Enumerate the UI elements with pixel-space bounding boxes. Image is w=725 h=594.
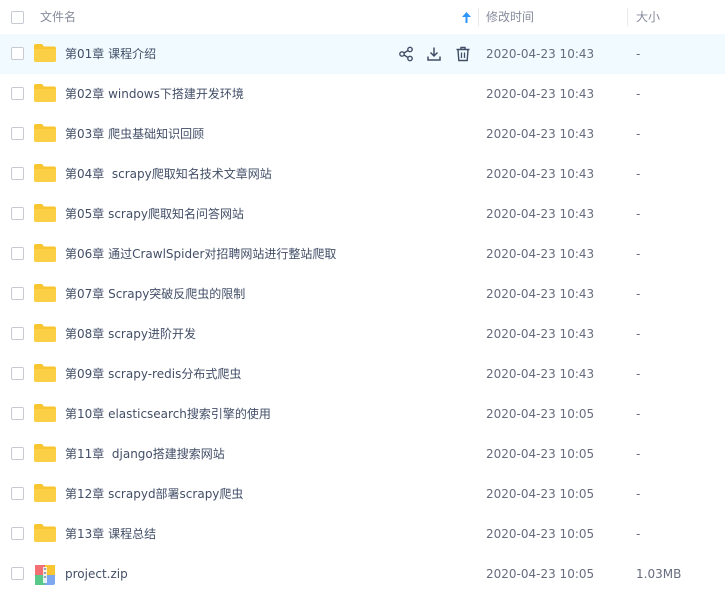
file-size: -: [636, 167, 641, 181]
file-name-link[interactable]: 第11章 django搭建搜索网站: [65, 434, 225, 474]
file-name-link[interactable]: 第13章 课程总结: [65, 514, 156, 554]
row-checkbox[interactable]: [11, 127, 24, 140]
modified-time: 2020-04-23 10:43: [486, 127, 595, 141]
row-checkbox[interactable]: [11, 167, 24, 180]
table-row[interactable]: 第09章 scrapy-redis分布式爬虫 2020-04-23 10:43 -: [0, 354, 725, 394]
download-icon[interactable]: [426, 46, 442, 62]
column-header-modified[interactable]: 修改时间: [486, 0, 534, 34]
file-size: -: [636, 527, 641, 541]
folder-icon[interactable]: [34, 124, 56, 142]
select-all-checkbox[interactable]: [11, 11, 24, 24]
folder-icon[interactable]: [34, 524, 56, 542]
file-size: -: [636, 487, 641, 501]
modified-time: 2020-04-23 10:43: [486, 87, 595, 101]
file-size: -: [636, 407, 641, 421]
modified-time: 2020-04-23 10:05: [486, 567, 595, 581]
file-name-link[interactable]: 第07章 Scrapy突破反爬虫的限制: [65, 274, 245, 314]
modified-time: 2020-04-23 10:43: [486, 47, 595, 61]
folder-icon[interactable]: [34, 484, 56, 502]
row-checkbox[interactable]: [11, 287, 24, 300]
file-size: 1.03MB: [636, 567, 682, 581]
folder-icon[interactable]: [34, 364, 56, 382]
modified-time: 2020-04-23 10:05: [486, 487, 595, 501]
file-name-link[interactable]: 第08章 scrapy进阶开发: [65, 314, 196, 354]
file-name-link[interactable]: 第01章 课程介绍: [65, 34, 156, 74]
table-row[interactable]: 第07章 Scrapy突破反爬虫的限制 2020-04-23 10:43 -: [0, 274, 725, 314]
modified-time: 2020-04-23 10:05: [486, 407, 595, 421]
column-divider[interactable]: [478, 8, 479, 26]
table-row[interactable]: 第01章 课程介绍 2020-04-23 10:43 -: [0, 34, 725, 74]
row-checkbox[interactable]: [11, 567, 24, 580]
file-name-link[interactable]: 第09章 scrapy-redis分布式爬虫: [65, 354, 241, 394]
folder-icon[interactable]: [34, 444, 56, 462]
table-row[interactable]: 第12章 scrapyd部署scrapy爬虫 2020-04-23 10:05 -: [0, 474, 725, 514]
table-row[interactable]: 第11章 django搭建搜索网站 2020-04-23 10:05 -: [0, 434, 725, 474]
file-name-link[interactable]: 第04章 scrapy爬取知名技术文章网站: [65, 154, 272, 194]
table-row[interactable]: 第13章 课程总结 2020-04-23 10:05 -: [0, 514, 725, 554]
file-size: -: [636, 447, 641, 461]
column-header-size[interactable]: 大小: [636, 0, 660, 34]
file-name-link[interactable]: 第03章 爬虫基础知识回顾: [65, 114, 204, 154]
zip-file-icon[interactable]: [35, 565, 55, 585]
row-checkbox[interactable]: [11, 527, 24, 540]
file-size: -: [636, 47, 641, 61]
table-row[interactable]: 第04章 scrapy爬取知名技术文章网站 2020-04-23 10:43 -: [0, 154, 725, 194]
folder-icon[interactable]: [34, 404, 56, 422]
folder-icon[interactable]: [34, 84, 56, 102]
row-checkbox[interactable]: [11, 47, 24, 60]
table-row[interactable]: project.zip 2020-04-23 10:05 1.03MB: [0, 554, 725, 594]
file-size: -: [636, 207, 641, 221]
row-checkbox[interactable]: [11, 207, 24, 220]
folder-icon[interactable]: [34, 204, 56, 222]
table-row[interactable]: 第03章 爬虫基础知识回顾 2020-04-23 10:43 -: [0, 114, 725, 154]
row-checkbox[interactable]: [11, 327, 24, 340]
row-checkbox[interactable]: [11, 367, 24, 380]
file-size: -: [636, 127, 641, 141]
table-row[interactable]: 第05章 scrapy爬取知名问答网站 2020-04-23 10:43 -: [0, 194, 725, 234]
file-name-link[interactable]: 第10章 elasticsearch搜索引擎的使用: [65, 394, 271, 434]
delete-icon[interactable]: [455, 46, 471, 62]
folder-icon[interactable]: [34, 284, 56, 302]
modified-time: 2020-04-23 10:43: [486, 207, 595, 221]
table-row[interactable]: 第02章 windows下搭建开发环境 2020-04-23 10:43 -: [0, 74, 725, 114]
table-row[interactable]: 第10章 elasticsearch搜索引擎的使用 2020-04-23 10:0…: [0, 394, 725, 434]
row-checkbox[interactable]: [11, 447, 24, 460]
folder-icon[interactable]: [34, 44, 56, 62]
table-row[interactable]: 第08章 scrapy进阶开发 2020-04-23 10:43 -: [0, 314, 725, 354]
folder-icon[interactable]: [34, 164, 56, 182]
share-icon[interactable]: [398, 46, 414, 62]
modified-time: 2020-04-23 10:05: [486, 447, 595, 461]
file-name-link[interactable]: 第05章 scrapy爬取知名问答网站: [65, 194, 244, 234]
file-size: -: [636, 87, 641, 101]
row-checkbox[interactable]: [11, 487, 24, 500]
file-name-link[interactable]: 第12章 scrapyd部署scrapy爬虫: [65, 474, 243, 514]
file-name-link[interactable]: project.zip: [65, 554, 128, 594]
sort-up-arrow-icon[interactable]: [462, 12, 471, 23]
modified-time: 2020-04-23 10:43: [486, 367, 595, 381]
modified-time: 2020-04-23 10:05: [486, 527, 595, 541]
modified-time: 2020-04-23 10:43: [486, 327, 595, 341]
folder-icon[interactable]: [34, 324, 56, 342]
file-name-link[interactable]: 第02章 windows下搭建开发环境: [65, 74, 244, 114]
row-checkbox[interactable]: [11, 407, 24, 420]
file-name-link[interactable]: 第06章 通过CrawlSpider对招聘网站进行整站爬取: [65, 234, 336, 274]
file-size: -: [636, 367, 641, 381]
file-list-header: 文件名 修改时间 大小: [0, 0, 725, 35]
column-divider[interactable]: [627, 8, 628, 26]
file-size: -: [636, 247, 641, 261]
column-header-filename[interactable]: 文件名: [40, 0, 76, 34]
folder-icon[interactable]: [34, 244, 56, 262]
table-row[interactable]: 第06章 通过CrawlSpider对招聘网站进行整站爬取 2020-04-23 …: [0, 234, 725, 274]
file-size: -: [636, 327, 641, 341]
modified-time: 2020-04-23 10:43: [486, 287, 595, 301]
row-checkbox[interactable]: [11, 87, 24, 100]
row-checkbox[interactable]: [11, 247, 24, 260]
file-size: -: [636, 287, 641, 301]
modified-time: 2020-04-23 10:43: [486, 247, 595, 261]
modified-time: 2020-04-23 10:43: [486, 167, 595, 181]
